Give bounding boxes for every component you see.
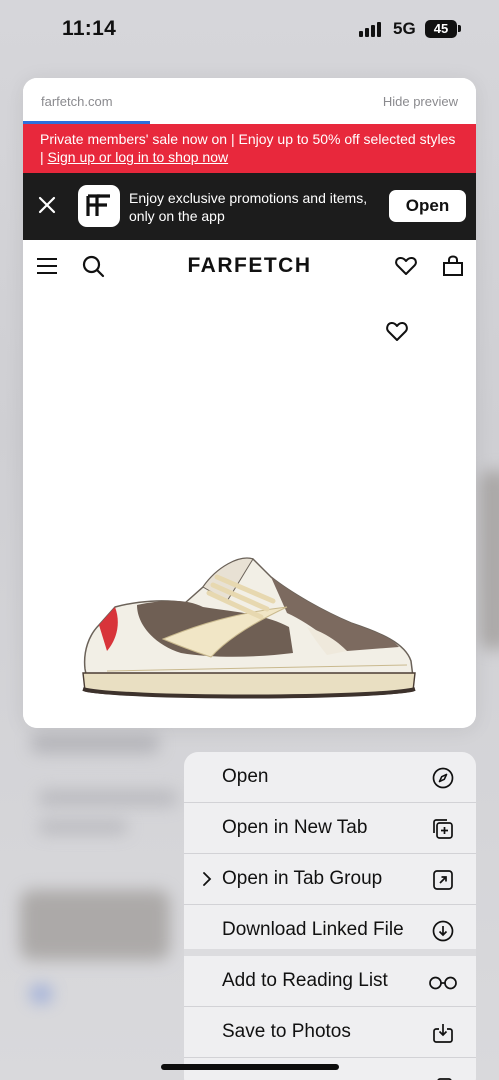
network-type: 5G bbox=[393, 19, 416, 38]
glasses-icon bbox=[429, 976, 457, 990]
shopping-bag-icon[interactable] bbox=[441, 254, 465, 278]
menu-item-open[interactable]: Open bbox=[184, 752, 476, 803]
hide-preview-button[interactable]: Hide preview bbox=[383, 94, 458, 109]
menu-item-label: Add to Reading List bbox=[222, 970, 388, 991]
link-preview-card[interactable]: farfetch.com Hide preview Private member… bbox=[23, 78, 476, 728]
sneaker-product-image bbox=[82, 557, 416, 699]
farfetch-app-logo-icon bbox=[78, 185, 120, 227]
menu-item-label: Open bbox=[222, 766, 269, 787]
clock: 11:14 bbox=[62, 17, 117, 40]
app-banner: Enjoy exclusive promotions and items, on… bbox=[23, 173, 476, 240]
site-navigation: FARFETCH bbox=[23, 240, 476, 292]
compass-icon bbox=[432, 767, 454, 789]
new-tab-icon bbox=[433, 819, 453, 839]
load-progress-bar bbox=[23, 121, 150, 124]
menu-item-label: Open in Tab Group bbox=[222, 868, 383, 889]
battery-tip bbox=[458, 25, 461, 32]
menu-item-add-reading-list[interactable]: Add to Reading List bbox=[184, 956, 476, 1007]
download-icon bbox=[432, 920, 454, 942]
menu-item-label: Download Linked File bbox=[222, 919, 404, 940]
preview-header: farfetch.com Hide preview bbox=[23, 78, 476, 124]
menu-item-label: Save to Photos bbox=[222, 1021, 351, 1042]
app-banner-text: Enjoy exclusive promotions and items, on… bbox=[129, 190, 368, 224]
product-image-area bbox=[23, 292, 476, 728]
status-bar: 11:14 5G 45 bbox=[0, 0, 499, 60]
close-icon[interactable] bbox=[37, 195, 57, 215]
battery-icon: 45 bbox=[425, 20, 457, 38]
app-open-button[interactable]: Open bbox=[389, 190, 466, 222]
home-indicator[interactable] bbox=[161, 1064, 339, 1070]
menu-item-open-tab-group[interactable]: Open in Tab Group bbox=[184, 854, 476, 905]
preview-url: farfetch.com bbox=[41, 94, 113, 109]
copy-icon bbox=[437, 1078, 452, 1080]
favorite-heart-icon[interactable] bbox=[385, 320, 409, 342]
chevron-right-icon bbox=[203, 872, 212, 886]
context-menu: Open Open in New Tab Open in Tab Group D… bbox=[184, 752, 476, 1080]
menu-item-save-photos[interactable]: Save to Photos bbox=[184, 1007, 476, 1058]
save-icon bbox=[433, 1024, 453, 1043]
promo-signup-link[interactable]: Sign up or log in to shop now bbox=[48, 149, 229, 165]
menu-item-open-new-tab[interactable]: Open in New Tab bbox=[184, 803, 476, 854]
tab-group-icon bbox=[433, 870, 453, 890]
cellular-signal-icon bbox=[359, 21, 381, 37]
menu-item-label: Open in New Tab bbox=[222, 817, 368, 838]
menu-item-download-linked-file[interactable]: Download Linked File bbox=[184, 905, 476, 956]
wishlist-heart-icon[interactable] bbox=[394, 254, 418, 278]
promo-banner: Private members' sale now on | Enjoy up … bbox=[23, 124, 476, 173]
